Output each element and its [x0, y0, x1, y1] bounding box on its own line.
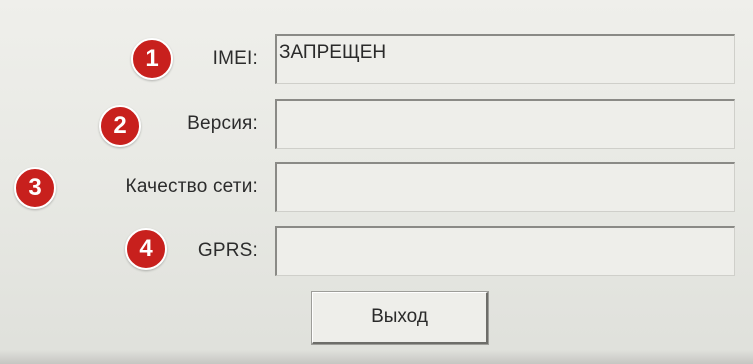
version-label: Версия:: [187, 113, 258, 134]
annotation-badge-1: 1: [131, 38, 173, 80]
gprs-field: [275, 226, 735, 276]
annotation-badge-3: 3: [14, 167, 56, 209]
gprs-label: GPRS:: [197, 240, 258, 261]
device-info-screen: 1 IMEI: ЗАПРЕЩЕН 2 Версия: 3 Качество се…: [0, 0, 753, 364]
version-row: 2 Версия:: [0, 97, 753, 151]
imei-field: ЗАПРЕЩЕН: [275, 34, 735, 84]
screen-bezel-shadow: [0, 350, 753, 364]
imei-label: IMEI:: [212, 48, 258, 69]
network-quality-row: 3 Качество сети:: [0, 160, 753, 214]
network-quality-label: Качество сети:: [125, 176, 258, 197]
version-field: [275, 99, 735, 149]
gprs-row: 4 GPRS:: [0, 224, 753, 278]
annotation-badge-4: 4: [125, 228, 167, 270]
network-quality-field: [275, 162, 735, 212]
annotation-badge-2: 2: [99, 105, 141, 147]
exit-button[interactable]: Выход: [311, 291, 489, 345]
imei-row: 1 IMEI: ЗАПРЕЩЕН: [0, 32, 753, 86]
